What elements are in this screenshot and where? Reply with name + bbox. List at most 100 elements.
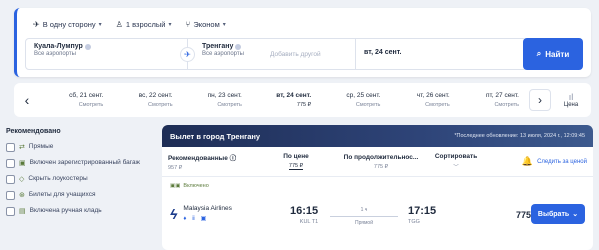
cabin-label: Эконом [193, 20, 220, 29]
flight-card[interactable]: ▣▣ Включено ϟ Malaysia Airlines ♦ ⅱ ▣ 16… [162, 177, 593, 250]
info-icon: ⓘ [229, 155, 237, 162]
baggage-icon: ▣ [19, 160, 26, 167]
price-graph-label: Цена [563, 102, 579, 108]
date-cell[interactable]: ср, 25 сент. Смотреть [317, 92, 386, 108]
bag-icon: ▤ [19, 208, 26, 215]
bar-chart-icon: ıl [568, 92, 574, 102]
destination-field[interactable]: ✈ Тренгану Все аэропорты Добавить другой [180, 39, 356, 69]
checkbox[interactable] [6, 191, 15, 200]
filter-label: Билеты для учащихся [28, 191, 96, 198]
trip-type-select[interactable]: ✈ В одну сторону ▾ [33, 20, 102, 29]
date-cell[interactable]: пн, 23 сент. Смотреть [179, 92, 248, 108]
arrival-time: 17:15 [408, 205, 437, 217]
date-price: Смотреть [148, 102, 173, 108]
filter-label: Включен зарегистрированный багаж [29, 159, 140, 166]
date-price: Смотреть [78, 102, 104, 108]
search-panel: ✈ В одну сторону ▾ ♙ 1 взрослый ▾ ⑂ Экон… [14, 8, 591, 77]
swap-icon[interactable]: ✈ [180, 47, 195, 62]
filter-hide-lowcost[interactable]: ◇ Скрыть лоукостеры [6, 175, 156, 184]
date-label: пн, 23 сент. [207, 92, 242, 99]
baggage-icon: ▣▣ [170, 183, 181, 189]
tab-price: 775 ₽ [373, 163, 389, 170]
bell-icon: 🔔 [521, 156, 534, 166]
add-destination-link[interactable]: Добавить другой [270, 51, 321, 58]
chevron-down-icon: ▾ [168, 22, 172, 28]
chevron-down-icon: ▾ [222, 22, 226, 28]
select-button-label: Выбрать [537, 210, 570, 218]
airline-info: ϟ Malaysia Airlines ♦ ⅱ ▣ [170, 205, 232, 222]
filter-baggage[interactable]: ▣ Включен зарегистрированный багаж [6, 159, 156, 168]
info-icon [235, 43, 242, 50]
destination-city: Тренгану [202, 43, 234, 50]
arrival-airport: TGG [408, 219, 420, 225]
date-field[interactable]: вт, 24 сент. [356, 39, 526, 69]
date-price: 775 ₽ [296, 102, 312, 108]
date-cell[interactable]: чт, 26 сент. Смотреть [386, 92, 455, 108]
checkbox[interactable] [6, 175, 15, 184]
date-label: вс, 22 сент. [138, 92, 173, 99]
results-title: Вылет в город Тренгану [170, 131, 261, 141]
date-cell[interactable]: вс, 22 сент. Смотреть [109, 92, 178, 108]
amenity-icons: ♦ ⅱ ▣ [183, 216, 209, 222]
flight-duration: 1 ч Прямой [330, 207, 398, 226]
filter-direct[interactable]: ⇄ Прямые [6, 143, 156, 152]
passengers-select[interactable]: ♙ 1 взрослый ▾ [116, 20, 172, 29]
origin-field[interactable]: Куала-Лумпур Все аэропорты [26, 39, 188, 69]
follow-price-label: Следить за ценой [537, 158, 587, 165]
sort-dropdown[interactable]: Сортировать ﹀ [426, 153, 486, 171]
checkbox[interactable] [6, 207, 15, 216]
search-icon: ⌕ [536, 49, 542, 58]
date-cell[interactable]: сб, 21 сент. Смотреть [40, 92, 109, 108]
tab-price: 957 ₽ [168, 165, 183, 171]
date-label: чт, 26 сент. [416, 92, 450, 99]
duration-text: 1 ч [360, 207, 368, 213]
search-button[interactable]: ⌕ Найти [523, 38, 583, 70]
person-icon: ♙ [115, 20, 123, 29]
info-icon [84, 43, 91, 50]
date-price: Смотреть [425, 102, 450, 108]
chevron-down-icon: ▾ [98, 22, 102, 28]
filter-label: Скрыть лоукостеры [28, 175, 88, 182]
tab-cheapest[interactable]: По цене 775 ₽ [256, 153, 336, 170]
checkbox[interactable] [6, 159, 15, 168]
included-label: Включено [183, 183, 209, 189]
date-strip: ‹ сб, 21 сент. Смотреть вс, 22 сент. Смотр… [14, 83, 591, 117]
tab-duration[interactable]: По продолжительнос... 775 ₽ [336, 154, 426, 170]
tab-label: По цене [283, 153, 309, 160]
tab-price: 775 ₽ [288, 163, 304, 170]
prev-dates-button[interactable]: ‹ [14, 88, 40, 112]
select-flight-button[interactable]: Выбрать ⌄ [531, 204, 585, 224]
results-panel: Вылет в город Тренгану *Последнее обновл… [162, 125, 593, 250]
stops-text: Прямой [354, 220, 374, 226]
chevron-down-icon: ⌄ [572, 211, 579, 218]
date-cell[interactable]: пт, 27 сент. Смотреть [456, 92, 525, 108]
direct-icon: ⇄ [19, 144, 25, 151]
last-update: *Последнее обновление: 13 июля, 2024 г.,… [454, 133, 585, 139]
filter-carry-on[interactable]: ▤ Включена ручная кладь [6, 207, 156, 216]
departure-time: 16:15 [290, 205, 319, 217]
filters-title: Рекомендовано [6, 128, 61, 135]
date-value: вт, 24 сент. [364, 49, 402, 56]
next-dates-button[interactable]: › [529, 89, 551, 111]
date-label: сб, 21 сент. [69, 92, 104, 99]
results-banner: Вылет в город Тренгану *Последнее обновл… [162, 125, 593, 147]
price-graph-toggle[interactable]: ıl Цена [551, 92, 591, 108]
origin-city: Куала-Лумпур [34, 43, 83, 50]
cabin-select[interactable]: ⑂ Эконом ▾ [186, 20, 226, 29]
filter-label: Включена ручная кладь [29, 207, 102, 214]
search-button-label: Найти [545, 49, 570, 59]
seat-icon: ⑂ [185, 20, 191, 29]
plane-icon: ✈ [33, 20, 40, 29]
date-label: ср, 25 сент. [346, 92, 381, 99]
tab-label: По продолжительнос... [343, 153, 419, 161]
follow-price-link[interactable]: 🔔 Следить за ценой [522, 156, 587, 167]
date-label: вт, 24 сент. [276, 92, 312, 99]
checkbox[interactable] [6, 143, 15, 152]
filter-label: Прямые [28, 143, 54, 150]
tag-icon: ◇ [19, 176, 25, 183]
date-cell-selected[interactable]: вт, 24 сент. 775 ₽ [248, 92, 317, 108]
tab-label: Рекомендованные [168, 155, 228, 162]
filter-students[interactable]: ⊛ Билеты для учащихся [6, 191, 156, 200]
tab-recommended[interactable]: Рекомендованные ⓘ 957 ₽ [168, 152, 256, 171]
airline-name: Malaysia Airlines [183, 205, 232, 212]
